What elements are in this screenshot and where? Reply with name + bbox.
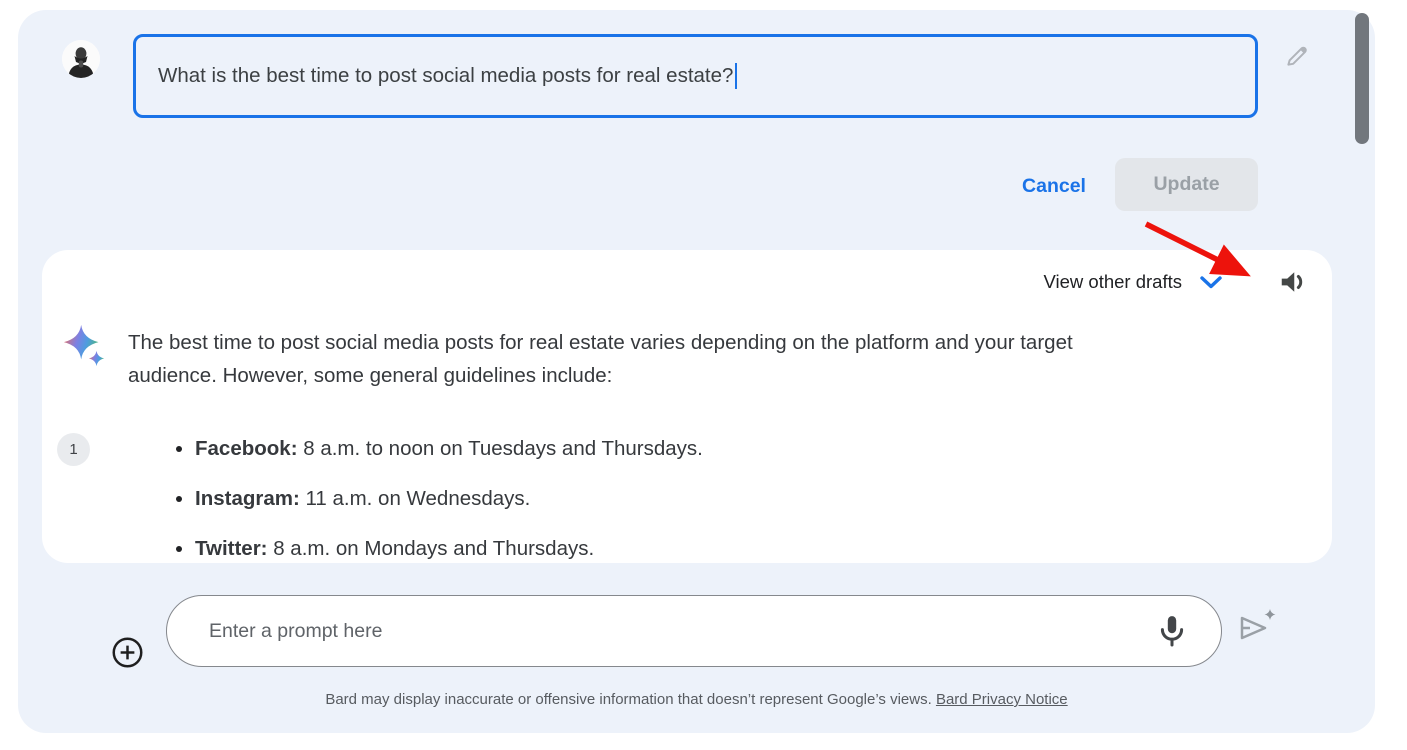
user-avatar (62, 40, 100, 78)
text-cursor (735, 63, 738, 89)
paragraph-line: audience. However, some general guidelin… (128, 364, 613, 387)
privacy-notice-link[interactable]: Bard Privacy Notice (936, 691, 1068, 708)
user-photo (62, 40, 100, 78)
guidelines-list: Facebook: 8 a.m. to noon on Tuesdays and… (176, 424, 703, 574)
prompt-input-pill (166, 595, 1222, 667)
bullet-dot (176, 546, 182, 552)
disclaimer-text: Bard may display inaccurate or offensive… (325, 691, 936, 708)
speaker-icon[interactable] (1278, 267, 1308, 297)
chevron-down-icon[interactable] (1199, 275, 1223, 290)
list-item-instagram: Instagram: 11 a.m. on Wednesdays. (176, 474, 703, 524)
mic-icon[interactable] (1154, 612, 1190, 650)
scrollbar-thumb[interactable] (1355, 13, 1369, 144)
platform-label: Facebook: (195, 437, 298, 460)
draft-number-badge: 1 (57, 433, 90, 466)
platform-detail: 8 a.m. to noon on Tuesdays and Thursdays… (297, 437, 703, 460)
response-card: View other drafts The best time to post … (42, 250, 1332, 563)
prompt-input[interactable] (209, 596, 1149, 666)
pencil-icon[interactable] (1283, 42, 1311, 70)
view-other-drafts-label[interactable]: View other drafts (1044, 271, 1182, 293)
drafts-row: View other drafts (1044, 266, 1308, 298)
cancel-button[interactable]: Cancel (1008, 168, 1100, 204)
prompt-text: What is the best time to post social med… (158, 64, 734, 87)
response-paragraph: The best time to post social media posts… (128, 326, 1298, 392)
bullet-dot (176, 496, 182, 502)
platform-label: Twitter: (195, 537, 268, 560)
send-icon[interactable] (1234, 604, 1280, 650)
bard-app: What is the best time to post social med… (0, 0, 1407, 750)
paragraph-line: The best time to post social media posts… (128, 331, 1073, 354)
list-item-twitter: Twitter: 8 a.m. on Mondays and Thursdays… (176, 524, 703, 574)
plus-circle-icon[interactable] (111, 636, 144, 669)
platform-label: Instagram: (195, 487, 300, 510)
disclaimer-bar: Bard may display inaccurate or offensive… (18, 691, 1375, 708)
platform-detail: 11 a.m. on Wednesdays. (299, 487, 531, 510)
bullet-dot (176, 446, 182, 452)
platform-detail: 8 a.m. on Mondays and Thursdays. (267, 537, 595, 560)
update-button[interactable]: Update (1115, 158, 1258, 211)
prompt-edit-box[interactable]: What is the best time to post social med… (133, 34, 1258, 118)
bard-sparkle-icon (62, 322, 108, 370)
list-item-facebook: Facebook: 8 a.m. to noon on Tuesdays and… (176, 424, 703, 474)
